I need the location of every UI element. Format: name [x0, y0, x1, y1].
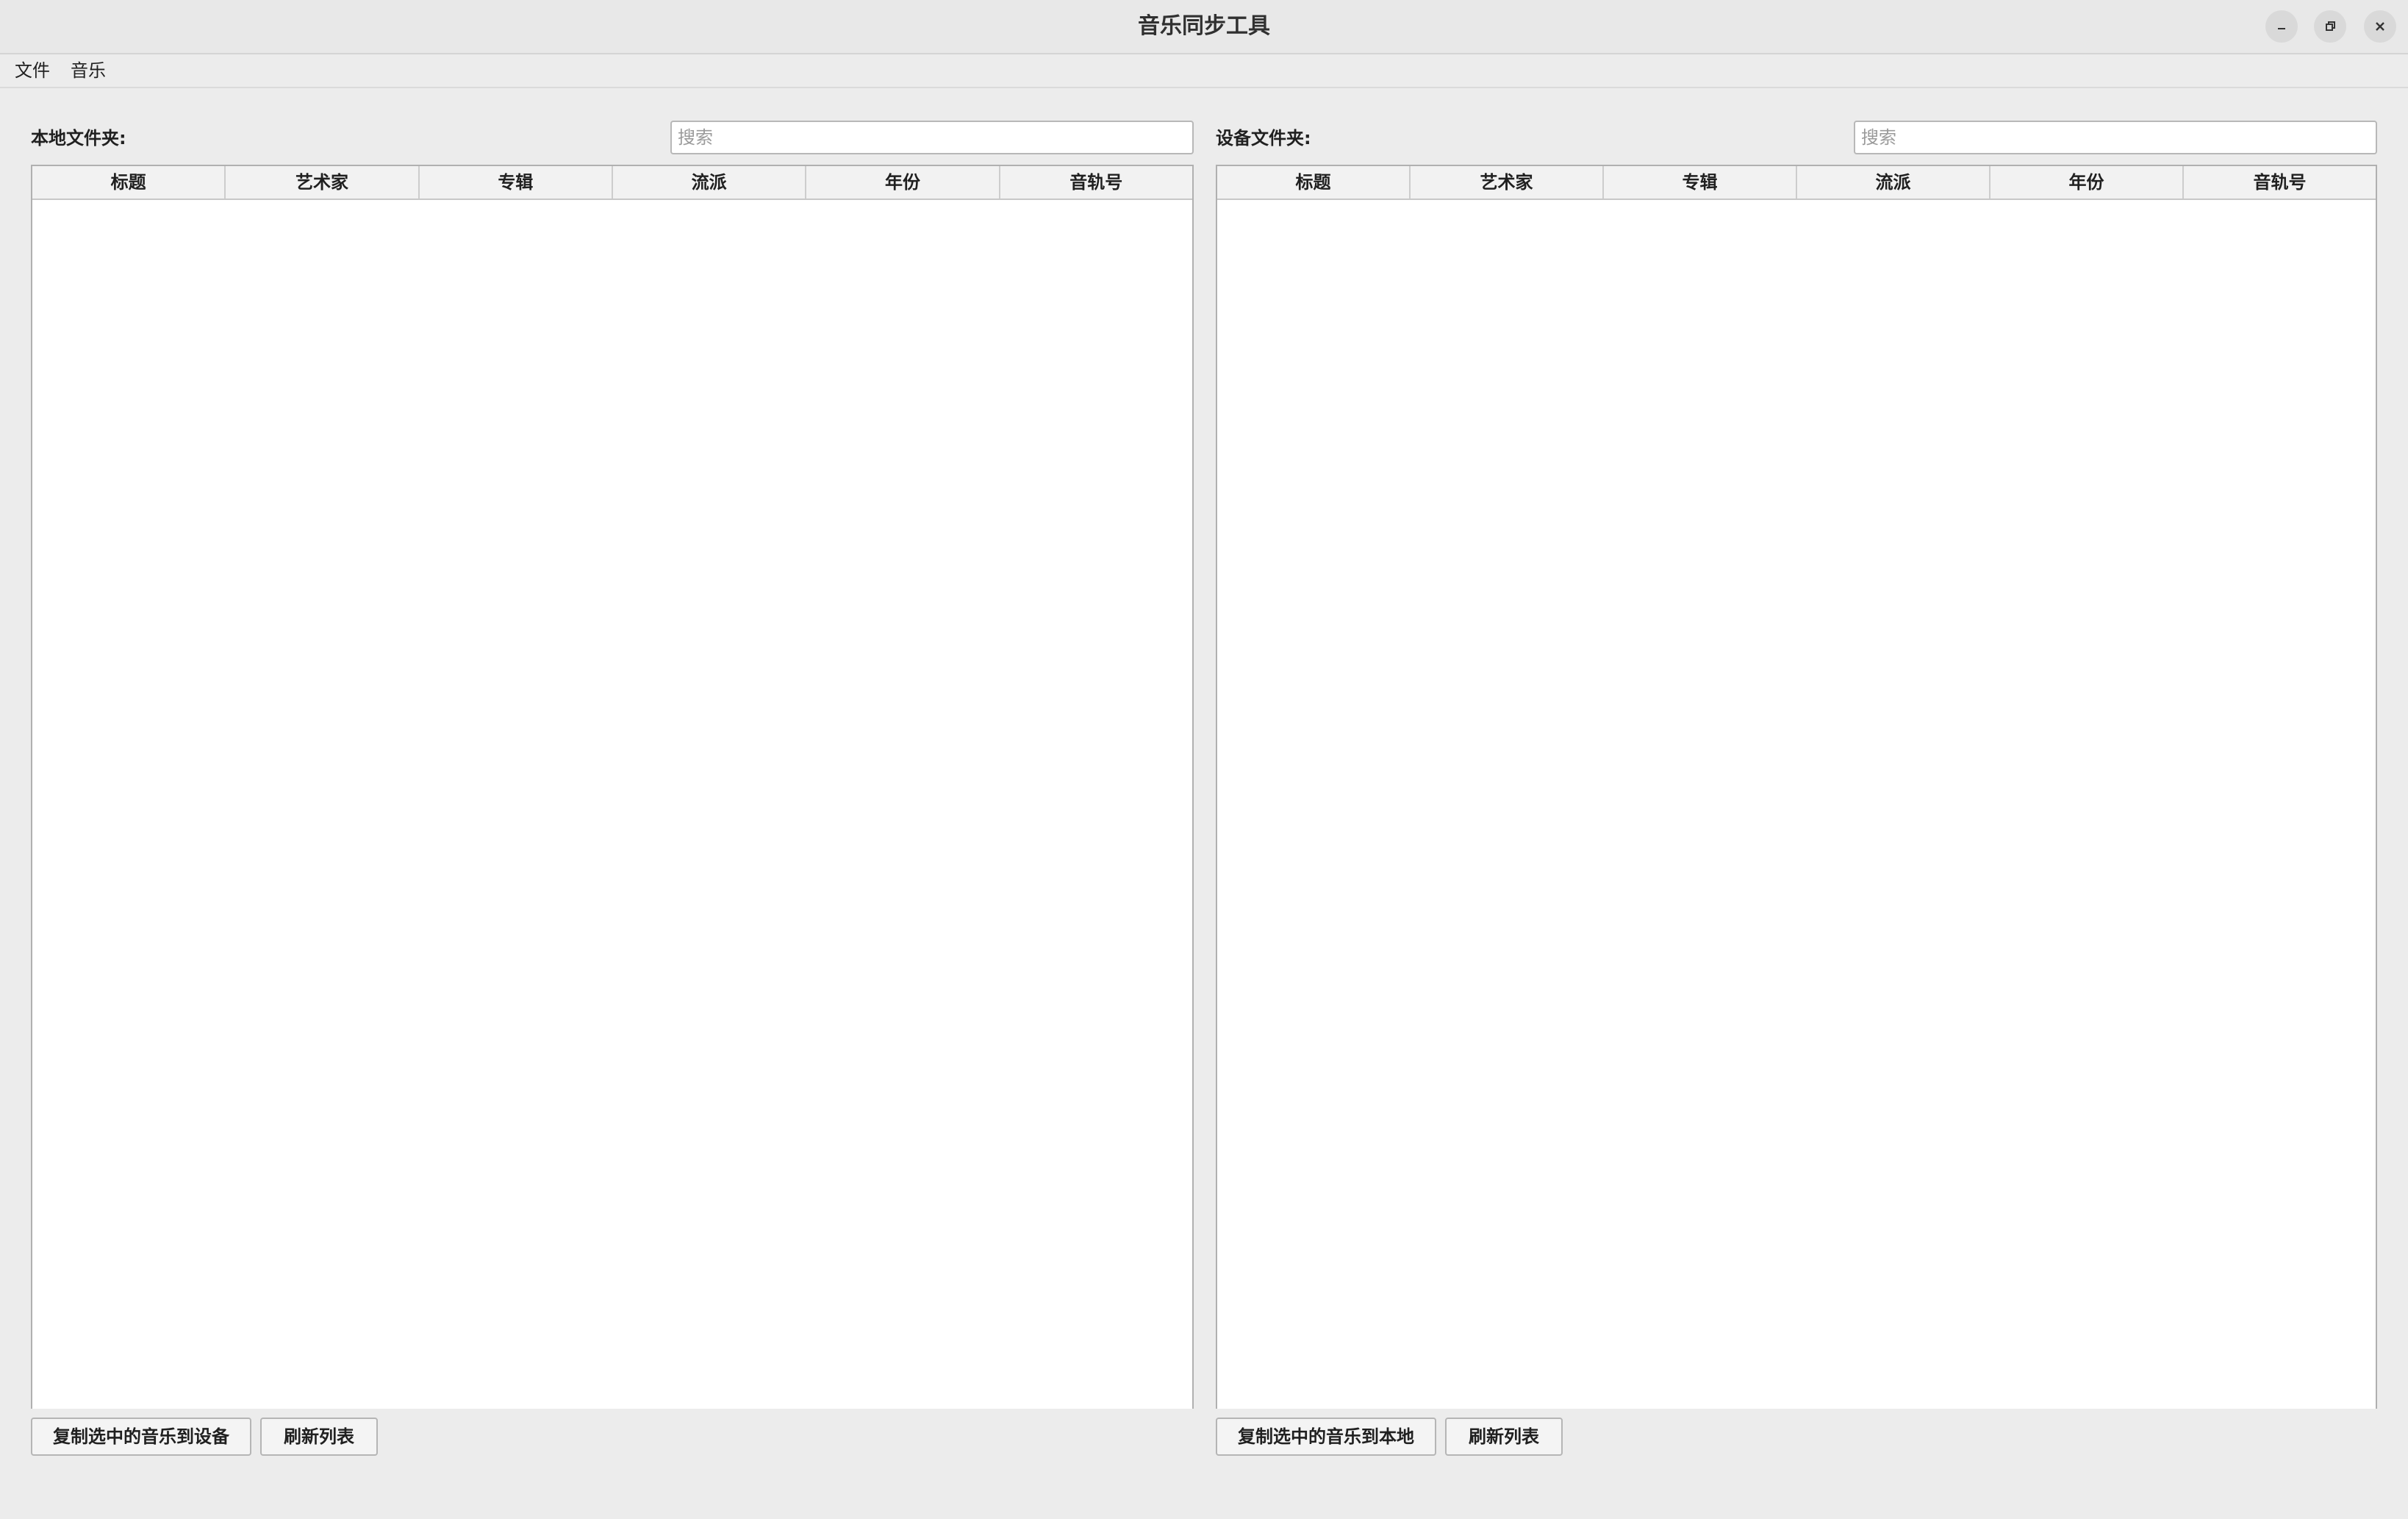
window-title: 音乐同步工具 [1138, 13, 1270, 39]
local-column-year[interactable]: 年份 [806, 166, 1000, 199]
local-column-genre[interactable]: 流派 [613, 166, 807, 199]
local-column-track[interactable]: 音轨号 [1000, 166, 1192, 199]
local-music-table[interactable]: 标题 艺术家 专辑 流派 年份 音轨号 [31, 165, 1194, 1409]
local-search-input[interactable] [670, 121, 1194, 154]
minimize-button[interactable] [2265, 10, 2298, 43]
menu-music[interactable]: 音乐 [66, 54, 110, 87]
device-search-input[interactable] [1854, 121, 2377, 154]
device-refresh-button[interactable]: 刷新列表 [1445, 1418, 1563, 1456]
local-column-title[interactable]: 标题 [32, 166, 226, 199]
device-table-header: 标题 艺术家 专辑 流派 年份 音轨号 [1217, 166, 2376, 200]
app-window: 音乐同步工具 文件 音乐 本地文件夹: 标题 艺术家 [0, 0, 2408, 1519]
close-icon [2376, 22, 2384, 31]
restore-button[interactable] [2314, 10, 2346, 43]
device-column-track[interactable]: 音轨号 [2184, 166, 2376, 199]
copy-to-device-button[interactable]: 复制选中的音乐到设备 [31, 1418, 251, 1456]
local-table-header: 标题 艺术家 专辑 流派 年份 音轨号 [32, 166, 1192, 200]
local-folder-label: 本地文件夹: [31, 128, 126, 149]
device-column-title[interactable]: 标题 [1217, 166, 1411, 199]
device-folder-label: 设备文件夹: [1216, 128, 1311, 149]
close-button[interactable] [2364, 10, 2396, 43]
device-column-album[interactable]: 专辑 [1604, 166, 1797, 199]
device-column-artist[interactable]: 艺术家 [1411, 166, 1604, 199]
minimize-icon [2278, 28, 2285, 29]
copy-to-local-button[interactable]: 复制选中的音乐到本地 [1216, 1418, 1436, 1456]
title-bar: 音乐同步工具 [0, 0, 2408, 54]
device-music-table[interactable]: 标题 艺术家 专辑 流派 年份 音轨号 [1216, 165, 2377, 1409]
local-table-body[interactable] [32, 200, 1192, 1409]
device-column-year[interactable]: 年份 [1990, 166, 2184, 199]
local-column-album[interactable]: 专辑 [420, 166, 613, 199]
restore-icon [2326, 21, 2335, 31]
menu-file[interactable]: 文件 [10, 54, 54, 87]
local-column-artist[interactable]: 艺术家 [226, 166, 420, 199]
device-table-body[interactable] [1217, 200, 2376, 1409]
device-column-genre[interactable]: 流派 [1797, 166, 1990, 199]
local-refresh-button[interactable]: 刷新列表 [260, 1418, 378, 1456]
menu-bar: 文件 音乐 [0, 54, 2408, 88]
